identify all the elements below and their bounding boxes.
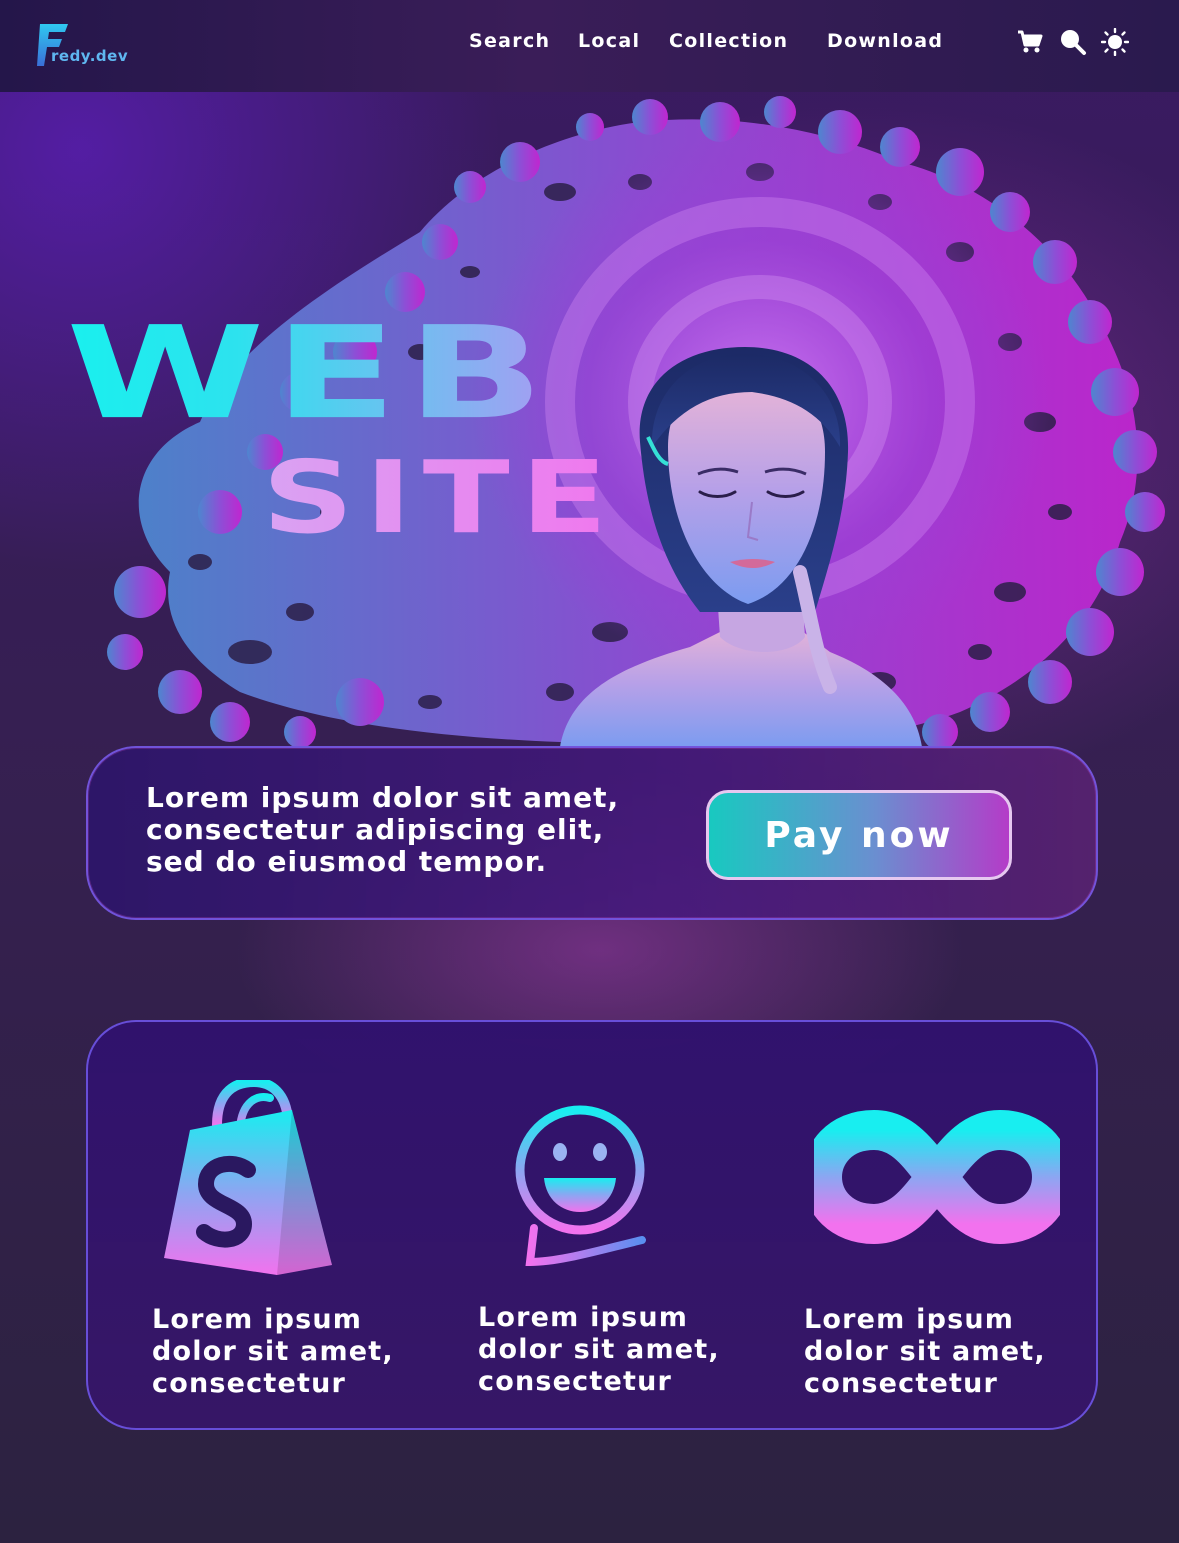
sun-icon[interactable]	[1101, 28, 1129, 56]
feature-item-3: Lorem ipsum dolor sit amet, consectetur	[800, 1022, 1100, 1432]
feature-text-3: Lorem ipsum dolor sit amet, consectetur	[804, 1304, 1046, 1399]
cta-description: Lorem ipsum dolor sit amet, consectetur …	[146, 781, 620, 878]
feature-item-2: Lorem ipsum dolor sit amet, consectetur	[474, 1022, 774, 1432]
nav-item-search[interactable]: Search	[469, 30, 550, 52]
nav-item-collection[interactable]: Collection	[669, 30, 788, 52]
hero-title-site: SITE	[262, 438, 619, 556]
feature-text-2: Lorem ipsum dolor sit amet, consectetur	[478, 1302, 720, 1397]
pay-now-button[interactable]: Pay now	[706, 790, 1012, 880]
pay-now-label: Pay now	[764, 814, 954, 856]
feature-item-1: Lorem ipsum dolor sit amet, consectetur	[148, 1022, 448, 1432]
cta-card: Lorem ipsum dolor sit amet, consectetur …	[86, 746, 1098, 920]
nav-item-download[interactable]: Download	[827, 30, 943, 52]
search-icon[interactable]	[1059, 28, 1087, 56]
nav-links: Search Local Collection Download	[0, 30, 1179, 60]
infinity-icon	[814, 1110, 1060, 1244]
feature-text-1: Lorem ipsum dolor sit amet, consectetur	[152, 1304, 394, 1399]
hero-title-web: WEB	[66, 299, 554, 448]
top-navbar: redy.dev Search Local Collection Downloa…	[0, 0, 1179, 92]
smiley-chat-icon	[515, 1105, 646, 1267]
features-card: Lorem ipsum dolor sit amet, consectetur …	[86, 1020, 1098, 1430]
nav-item-local[interactable]: Local	[578, 30, 640, 52]
shopping-bag-icon	[164, 1080, 332, 1275]
hero: WEB SITE	[0, 92, 1179, 747]
cart-icon[interactable]	[1016, 28, 1044, 56]
